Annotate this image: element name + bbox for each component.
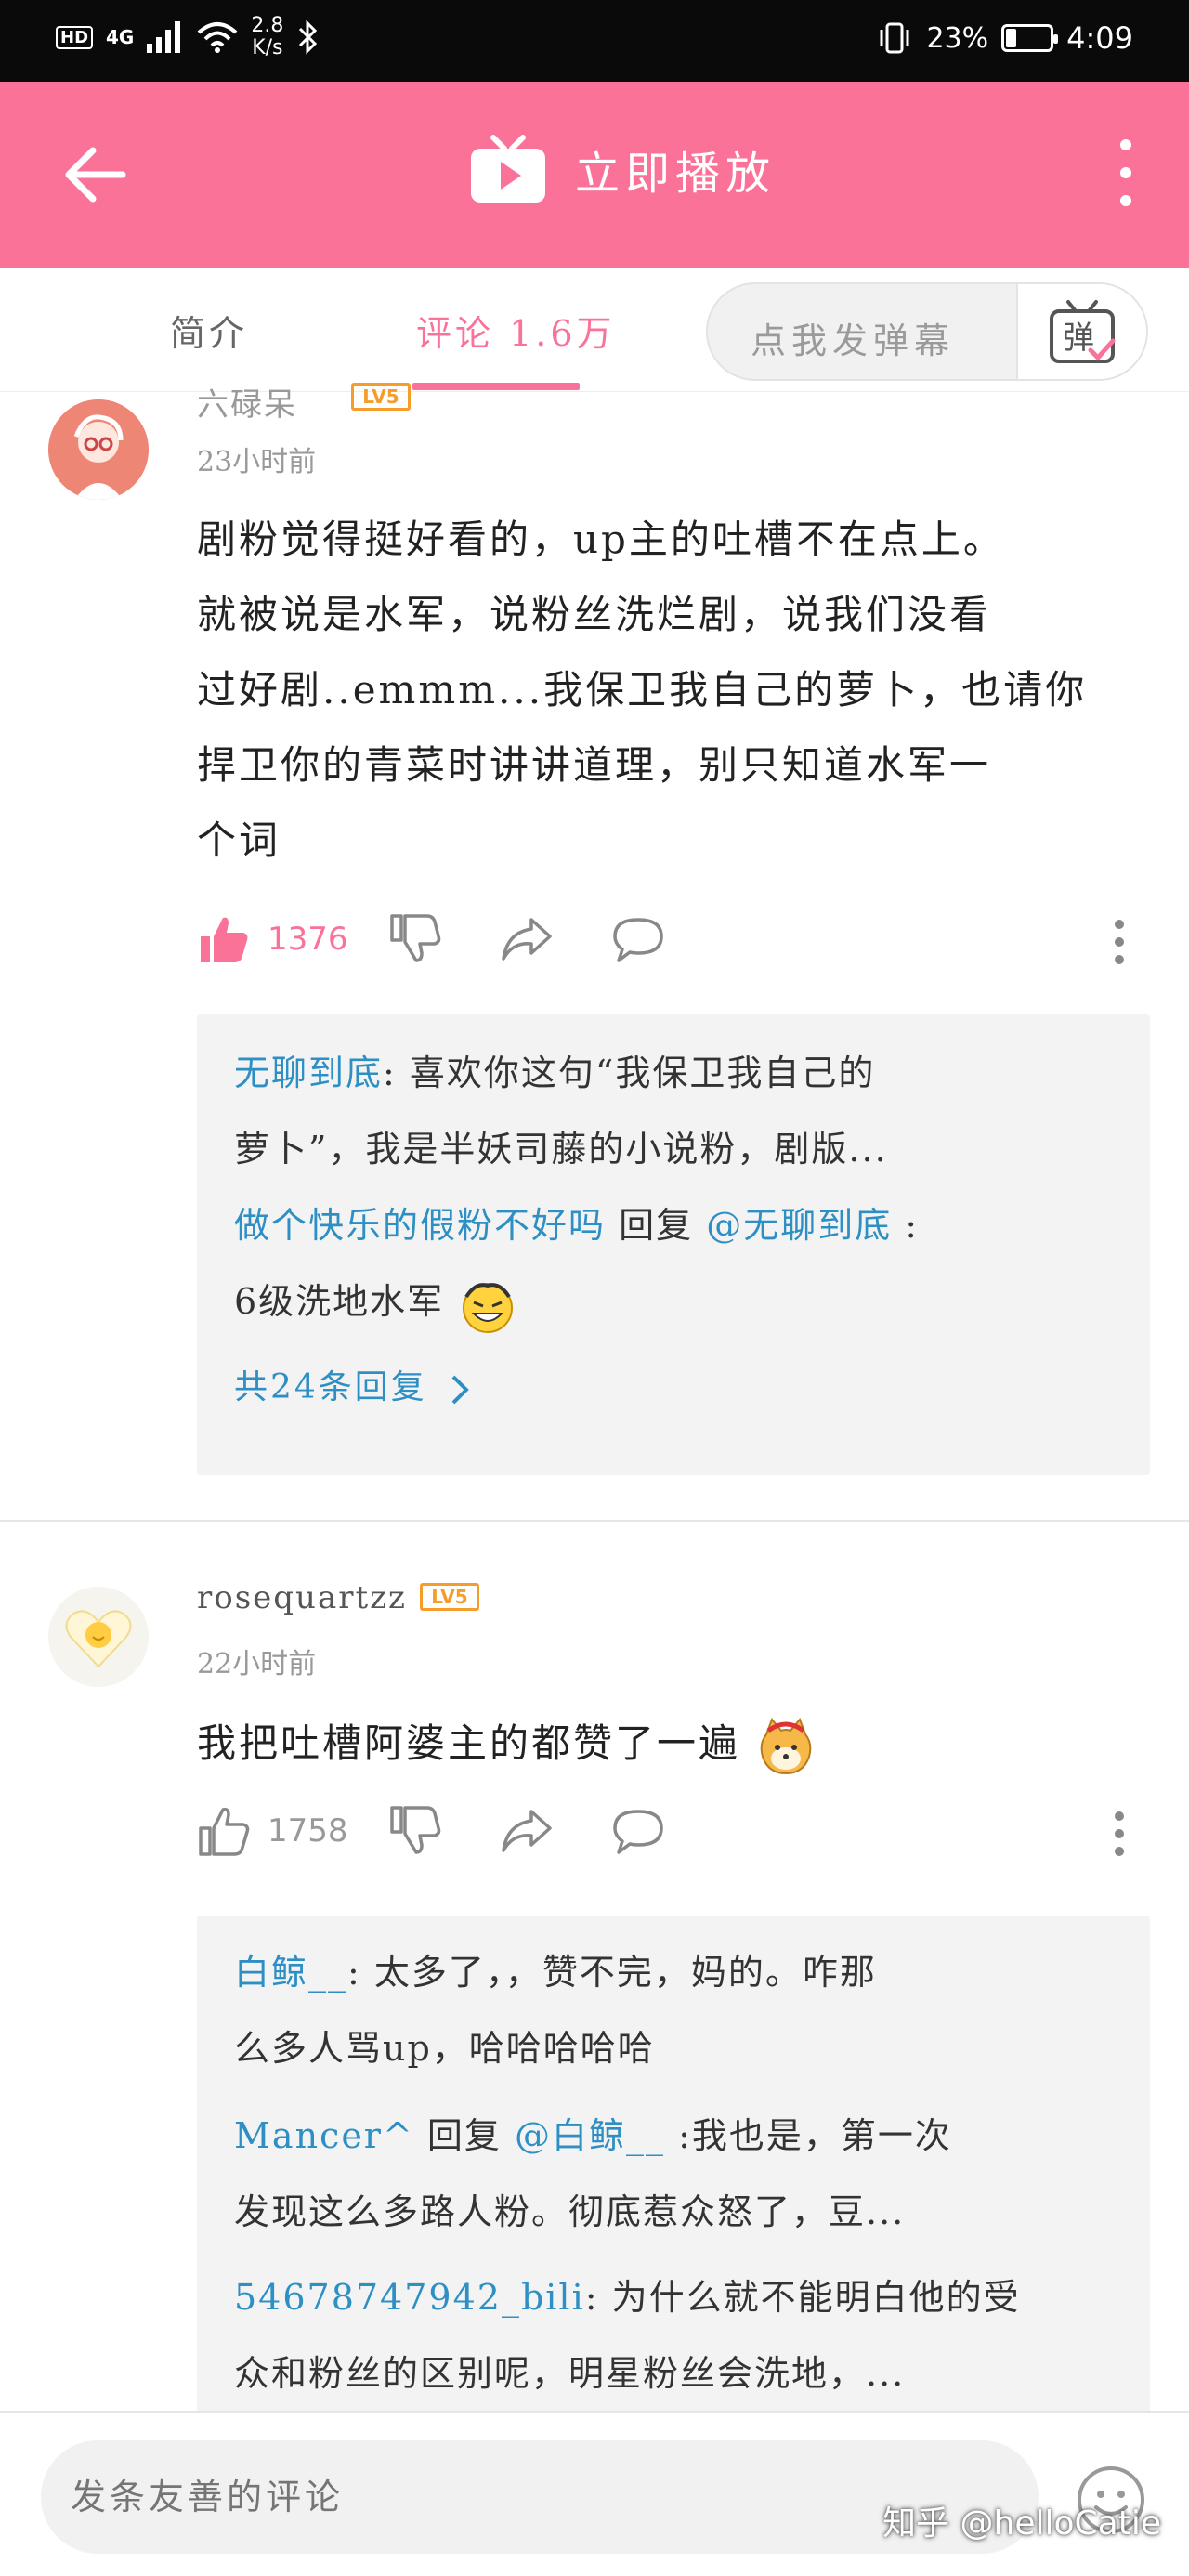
back-arrow-icon[interactable] [58, 137, 132, 212]
thumbs-up-icon [199, 1807, 250, 1856]
network-speed: 2.8 K/s [251, 14, 284, 59]
reply-item: 54678747942_bili: 为什么就不能明白他的受 众和粉丝的区别呢，明… [234, 2277, 1021, 2394]
comment-text: 剧粉觉得挺好看的，up主的吐槽不在点上。 就被说是水军，说粉丝洗烂剧，说我们没看… [197, 517, 1088, 863]
more-options-icon[interactable] [1115, 139, 1137, 206]
tab-comments[interactable]: 评论 1.6万 [416, 305, 616, 356]
comment-time: 23小时前 [197, 446, 317, 478]
reply-item: 做个快乐的假粉不好吗 回复 @无聊到底 : 6级洗地水军 [234, 1187, 1117, 1340]
comment-input-bar: 知乎 @helloCatie [0, 2411, 1189, 2576]
like-button[interactable]: 1376 [197, 912, 348, 966]
comment-actions: 1376 [197, 912, 1154, 977]
clock: 4:09 [1066, 20, 1133, 56]
like-count: 1758 [268, 1812, 348, 1850]
reply-mention[interactable]: @无聊到底 [706, 1205, 892, 1246]
network-type: 4G [106, 26, 135, 48]
comment-time: 22小时前 [197, 1648, 317, 1680]
comment-divider [0, 1520, 1189, 1522]
status-bar: HD 4G 2.8 K/s 23% 4:09 [0, 0, 1189, 82]
comment-more-icon[interactable] [1115, 920, 1126, 964]
level-badge: LV5 [351, 383, 411, 411]
tab-bar: 简介 评论 1.6万 点我发弹幕 弹 [0, 268, 1189, 392]
reply-username[interactable]: 54678747942_bili [234, 2277, 585, 2318]
reply-item: 白鲸__: 太多了，，赞不完，妈的。咋那 么多人骂up，哈哈哈哈哈 [234, 1952, 877, 2069]
reply-username[interactable]: 无聊到底 [234, 1053, 383, 1093]
reply-box[interactable]: 无聊到底: 喜欢你这句“我保卫我自己的 萝卜”，我是半妖司藤的小说粉，剧版...… [197, 1014, 1150, 1475]
battery-percent: 23% [926, 21, 989, 55]
tv-icon [471, 135, 545, 203]
danmaku-input[interactable]: 点我发弹幕 弹 [706, 282, 1148, 381]
view-more-replies-link[interactable]: 共24条回复 [234, 1360, 472, 1408]
like-button[interactable]: 1758 [197, 1804, 348, 1858]
tab-intro[interactable]: 简介 [170, 305, 248, 356]
comment-text: 我把吐槽阿婆主的都赞了一遍 [197, 1706, 1144, 1781]
signal-icon [147, 21, 181, 53]
comment-item: rosequartzz LV5 22小时前 我把吐槽阿婆主的都赞了一遍 1758 [0, 1523, 1189, 2417]
watermark: 知乎 @helloCatie [882, 2504, 1161, 2543]
reply-item: Mancer^ 回复 @白鲸__ :我也是，第一次 发现这么多路人粉。彻底惹众怒… [234, 2115, 952, 2232]
share-icon [502, 1810, 552, 1852]
share-icon [502, 918, 552, 961]
level-badge: LV5 [420, 1583, 479, 1611]
reply-button[interactable] [611, 912, 665, 966]
active-tab-indicator [412, 383, 580, 390]
comment-more-icon[interactable] [1115, 1811, 1126, 1856]
dislike-button[interactable] [388, 1804, 442, 1858]
hd-indicator: HD [56, 25, 94, 49]
dislike-button[interactable] [388, 912, 442, 966]
reply-username[interactable]: Mancer^ [234, 2115, 414, 2156]
comment-item: 六碌呆 LV5 23小时前 剧粉觉得挺好看的，up主的吐槽不在点上。 就被说是水… [0, 383, 1189, 1520]
share-button[interactable] [500, 912, 554, 966]
thumbs-down-icon [390, 1806, 441, 1854]
reply-mention[interactable]: @白鲸__ [515, 2115, 665, 2156]
chevron-right-icon [451, 1375, 470, 1405]
reply-item: 无聊到底: 喜欢你这句“我保卫我自己的 萝卜”，我是半妖司藤的小说粉，剧版... [234, 1053, 888, 1170]
reply-username[interactable]: 白鲸__ [234, 1952, 347, 1993]
laughing-emoji-icon [463, 1282, 514, 1333]
bluetooth-icon [299, 20, 318, 55]
danmaku-tv-icon: 弹 [1050, 300, 1116, 363]
like-count: 1376 [268, 921, 348, 958]
battery-icon [1001, 24, 1059, 52]
username[interactable]: rosequartzz [197, 1579, 407, 1616]
share-button[interactable] [500, 1804, 554, 1858]
wifi-icon [198, 22, 238, 53]
comment-actions: 1758 [197, 1804, 1154, 1869]
app-header: 立即播放 [0, 82, 1189, 268]
thumbs-up-icon [201, 917, 248, 962]
avatar[interactable] [48, 1587, 149, 1687]
header-title: 立即播放 [575, 148, 777, 200]
reply-button[interactable] [611, 1804, 665, 1858]
thumbs-down-icon [390, 914, 441, 962]
danmaku-toggle-button[interactable]: 弹 [1016, 284, 1146, 379]
username[interactable]: 六碌呆 [197, 379, 297, 425]
speech-bubble-icon [613, 918, 663, 962]
play-now-button[interactable]: 立即播放 [469, 134, 776, 204]
danmaku-placeholder: 点我发弹幕 [751, 320, 956, 361]
speech-bubble-icon [613, 1810, 663, 1854]
vibrate-icon [880, 22, 909, 54]
reply-box[interactable]: 白鲸__: 太多了，，赞不完，妈的。咋那 么多人骂up，哈哈哈哈哈 Mancer… [197, 1916, 1150, 2417]
reply-username[interactable]: 做个快乐的假粉不好吗 [234, 1205, 606, 1246]
avatar[interactable] [48, 399, 149, 500]
doge-emoji-icon [761, 1718, 812, 1775]
